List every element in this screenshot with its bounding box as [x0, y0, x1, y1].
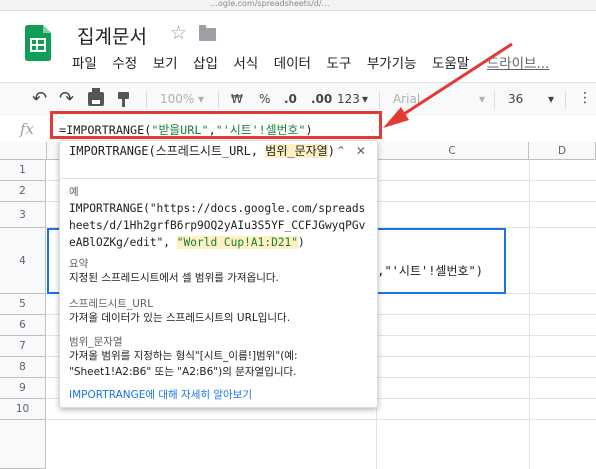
- sheets-logo-icon[interactable]: [25, 25, 51, 61]
- close-icon[interactable]: ✕: [356, 144, 366, 158]
- chevron-down-icon[interactable]: ▾: [198, 92, 204, 106]
- row-header-3[interactable]: 3: [0, 202, 46, 228]
- decrease-decimal-button[interactable]: .0: [284, 92, 297, 106]
- summary-text: 지정된 스프레드시트에서 셀 범위를 가져옵니다.: [69, 272, 279, 284]
- column-header-c[interactable]: C: [376, 142, 529, 160]
- param-url-label: 스프레드시트_URL: [69, 298, 154, 310]
- example-range: "World Cup!A1:D21": [176, 236, 299, 249]
- row-header-5[interactable]: 5: [0, 294, 46, 315]
- chevron-down-icon[interactable]: ▾: [362, 92, 368, 106]
- browser-url: …ogle.com/spreadsheets/d/…: [210, 0, 330, 8]
- param-range-label: 범위_문자열: [69, 336, 123, 348]
- menu-view[interactable]: 보기: [153, 52, 178, 72]
- toolbar-divider: [494, 91, 495, 109]
- row-gridline: [46, 419, 596, 420]
- menu-insert[interactable]: 삽입: [193, 52, 218, 72]
- menu-file[interactable]: 파일: [72, 52, 97, 72]
- cell-formula-tail: ","'시트'!셀번호"): [370, 264, 483, 278]
- example-close: ): [298, 236, 305, 249]
- row-header-7[interactable]: 7: [0, 336, 46, 357]
- cell-formula-preview: ","'시트'!셀번호"): [370, 262, 483, 279]
- row-header-8[interactable]: 8: [0, 357, 46, 378]
- print-icon[interactable]: [88, 88, 104, 106]
- popup-controls: ⌃ ✕: [336, 144, 366, 158]
- annotation-highlight-box: [50, 111, 382, 139]
- row-header-9[interactable]: 9: [0, 378, 46, 399]
- toolbar-divider: [146, 91, 147, 109]
- toolbar-divider: [565, 91, 566, 109]
- menu-addons[interactable]: 부가기능: [367, 52, 417, 72]
- menu-data[interactable]: 데이터: [274, 52, 311, 72]
- number-format-select[interactable]: 123: [337, 92, 360, 106]
- learn-more-link[interactable]: IMPORTRANGE에 대해 자세히 알아보기: [69, 387, 252, 402]
- percent-format-button[interactable]: %: [259, 92, 270, 106]
- document-title[interactable]: 집계문서: [77, 22, 147, 49]
- menu-help[interactable]: 도움말: [432, 52, 469, 72]
- collapse-icon[interactable]: ⌃: [336, 144, 346, 158]
- column-header-d[interactable]: D: [529, 142, 596, 160]
- zoom-select[interactable]: 100%: [160, 92, 194, 106]
- popup-divider: [60, 178, 377, 179]
- more-options-icon[interactable]: ⋮: [578, 90, 592, 106]
- signature-function: IMPORTRANGE(스프레드시트_URL,: [69, 144, 266, 158]
- font-family-select[interactable]: Arial: [393, 92, 420, 106]
- menu-format[interactable]: 서식: [233, 52, 258, 72]
- row-header-2[interactable]: 2: [0, 181, 46, 202]
- paint-format-icon[interactable]: [118, 92, 129, 107]
- row-header-6[interactable]: 6: [0, 315, 46, 336]
- param-range-text: 가져올 범위를 지정하는 형식"[시트_이름!]범위"(예: "Sheet1!A…: [69, 350, 298, 378]
- row-header-10[interactable]: 10: [0, 399, 46, 420]
- undo-icon[interactable]: ↶: [32, 88, 47, 109]
- row-header-11[interactable]: [0, 420, 46, 469]
- toolbar-divider: [218, 91, 219, 109]
- toolbar-divider: [379, 91, 380, 109]
- browser-address-strip: …ogle.com/spreadsheets/d/…: [0, 0, 596, 11]
- redo-icon[interactable]: ↷: [59, 88, 74, 109]
- example-formula: IMPORTRANGE("https://docs.google.com/spr…: [69, 200, 369, 251]
- row-header-4[interactable]: 4: [0, 228, 46, 294]
- column-gridline: [529, 160, 530, 469]
- summary-label: 요약: [69, 258, 89, 270]
- increase-decimal-button[interactable]: .00: [311, 92, 332, 106]
- chevron-down-icon[interactable]: ▾: [548, 92, 554, 106]
- star-icon[interactable]: ☆: [170, 22, 187, 44]
- folder-icon[interactable]: [199, 25, 216, 41]
- fx-icon: fx: [20, 120, 35, 138]
- font-size-select[interactable]: 36: [508, 92, 523, 106]
- example-label: 예: [69, 186, 79, 198]
- chevron-down-icon[interactable]: ▾: [479, 92, 485, 106]
- function-signature: IMPORTRANGE(스프레드시트_URL, 범위_문자열): [69, 143, 349, 160]
- menu-tools[interactable]: 도구: [326, 52, 351, 72]
- signature-close: ): [327, 144, 335, 158]
- menu-edit[interactable]: 수정: [112, 52, 137, 72]
- row-header-1[interactable]: 1: [0, 160, 46, 181]
- currency-format-button[interactable]: ₩: [231, 92, 243, 106]
- param-url-text: 가져올 데이터가 있는 스프레드시트의 URL입니다.: [69, 312, 291, 324]
- signature-active-param: 범위_문자열: [265, 144, 328, 158]
- menu-bar: 파일 수정 보기 삽입 서식 데이터 도구 부가기능 도움말 드라이브...: [72, 52, 565, 72]
- menu-drive-link[interactable]: 드라이브...: [487, 52, 550, 72]
- select-all-corner[interactable]: [0, 142, 47, 160]
